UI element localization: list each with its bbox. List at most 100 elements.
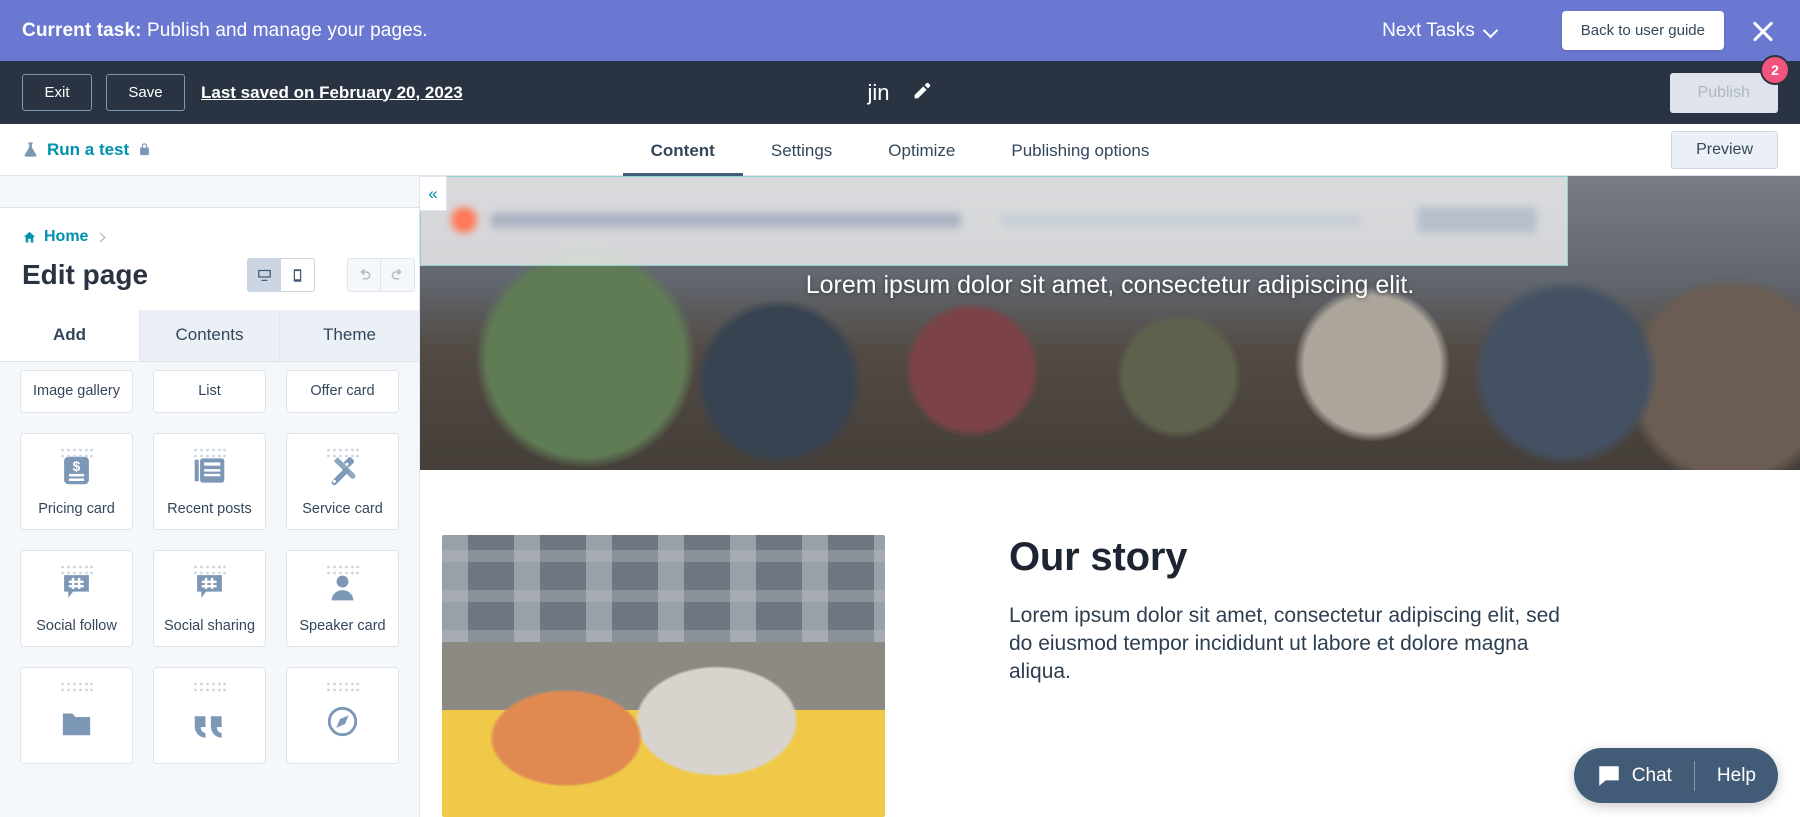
last-saved-text[interactable]: Last saved on February 20, 2023 [201, 83, 463, 103]
module-card[interactable]: Recent posts [153, 433, 266, 530]
drag-handle-icon[interactable] [326, 446, 359, 464]
task-banner-actions: Next Tasks Back to user guide [1374, 11, 1800, 50]
module-card[interactable] [153, 667, 266, 764]
tab-content[interactable]: Content [622, 125, 743, 176]
blurred-text-line [1001, 214, 1361, 226]
selected-module-highlight[interactable] [420, 176, 1568, 266]
story-text-block[interactable]: Our story Lorem ipsum dolor sit amet, co… [1009, 535, 1589, 817]
module-label: Offer card [310, 382, 375, 399]
chevron-down-icon [1485, 24, 1498, 37]
home-icon [23, 231, 36, 242]
editor-toolbar: Exit Save Last saved on February 20, 202… [0, 56, 1800, 124]
drag-handle-icon[interactable] [193, 680, 226, 698]
blurred-text-line [491, 212, 961, 228]
module-card[interactable]: Speaker card [286, 550, 399, 647]
panel-top-strip [0, 176, 419, 208]
hero-section[interactable]: Lorem ipsum dolor sit amet, consectetur … [420, 176, 1800, 470]
undo-icon [360, 269, 371, 280]
collapse-panel-button[interactable]: « [420, 176, 447, 211]
module-label: List [198, 382, 221, 399]
breadcrumb-home-link[interactable]: Home [44, 228, 88, 246]
next-tasks-dropdown[interactable]: Next Tasks [1374, 16, 1506, 46]
current-task-description: Publish and manage your pages. [146, 19, 428, 41]
module-label: Pricing card [38, 500, 115, 517]
module-card[interactable] [20, 667, 133, 764]
double-chevron-left-icon: « [428, 184, 438, 203]
onboarding-task-banner: Current task: Publish and manage your pa… [0, 0, 1800, 61]
module-card[interactable]: Social sharing [153, 550, 266, 647]
next-tasks-label: Next Tasks [1382, 19, 1475, 41]
left-editor-panel: Home Edit page Add Contents Theme Image … [0, 176, 420, 817]
module-card[interactable]: Offer card [286, 370, 399, 413]
desktop-view-button[interactable] [247, 258, 282, 292]
drag-handle-icon[interactable] [193, 563, 226, 581]
tabs-right-actions: Preview [1671, 130, 1778, 169]
page-name: jin [867, 79, 890, 105]
module-label: Service card [302, 500, 383, 517]
folder-icon [60, 708, 93, 743]
blurred-logo-icon [451, 207, 477, 233]
tab-optimize[interactable]: Optimize [860, 125, 983, 176]
tab-settings[interactable]: Settings [743, 125, 860, 176]
drag-handle-icon[interactable] [60, 680, 93, 698]
back-to-user-guide-button[interactable]: Back to user guide [1561, 11, 1724, 50]
breadcrumb: Home [0, 208, 419, 246]
story-heading[interactable]: Our story [1009, 535, 1589, 580]
panel-tab-theme[interactable]: Theme [280, 310, 419, 361]
redo-icon [391, 269, 402, 280]
support-widget: Chat Help [1573, 748, 1778, 803]
content-tabs: Content Settings Optimize Publishing opt… [0, 124, 1800, 176]
blurred-banner-content [451, 207, 1537, 233]
module-card[interactable]: Service card [286, 433, 399, 530]
edit-page-header: Edit page [0, 246, 419, 310]
module-card[interactable]: List [153, 370, 266, 413]
drag-handle-icon[interactable] [60, 446, 93, 464]
story-paragraph[interactable]: Lorem ipsum dolor sit amet, consectetur … [1009, 602, 1589, 686]
help-button[interactable]: Help [1695, 748, 1778, 803]
mobile-icon [293, 268, 302, 282]
drag-handle-icon[interactable] [193, 446, 226, 464]
module-label: Social follow [36, 617, 117, 634]
module-label: Social sharing [163, 617, 256, 634]
close-icon[interactable] [1748, 16, 1778, 46]
preview-button[interactable]: Preview [1671, 130, 1778, 169]
toolbar-right-actions: Publish 2 [1669, 56, 1788, 113]
story-image[interactable] [442, 535, 885, 817]
redo-button[interactable] [381, 258, 416, 292]
tab-publishing-options[interactable]: Publishing options [983, 125, 1177, 176]
module-card[interactable]: Social follow [20, 550, 133, 647]
drag-handle-icon[interactable] [326, 680, 359, 698]
help-label: Help [1716, 764, 1756, 786]
module-grid: Image gallery List Offer card $ Pricing … [0, 362, 419, 764]
module-label: Recent posts [167, 500, 252, 517]
quote-icon [192, 708, 227, 743]
undo-button[interactable] [347, 258, 382, 292]
publish-badge: 2 [1762, 56, 1788, 83]
mobile-view-button[interactable] [281, 258, 316, 292]
hero-heading[interactable]: Lorem ipsum dolor sit amet, consectetur … [420, 271, 1800, 300]
page-preview-canvas[interactable]: Lorem ipsum dolor sit amet, consectetur … [420, 176, 1800, 817]
panel-tab-contents[interactable]: Contents [140, 310, 280, 361]
module-label: Speaker card [299, 617, 386, 634]
save-button[interactable]: Save [106, 74, 185, 111]
module-label: Image gallery [32, 382, 121, 399]
current-task-text: Current task: Publish and manage your pa… [22, 20, 428, 42]
page-editor-app: Current task: Publish and manage your pa… [0, 0, 1800, 817]
publish-button[interactable]: Publish [1669, 72, 1778, 113]
drag-handle-icon[interactable] [60, 563, 93, 581]
chat-bubble-icon [1599, 765, 1619, 786]
module-card[interactable]: Image gallery [20, 370, 133, 413]
exit-button[interactable]: Exit [22, 74, 92, 111]
drag-handle-icon[interactable] [326, 563, 359, 581]
panel-tab-add[interactable]: Add [0, 310, 140, 361]
panel-tab-group: Add Contents Theme [0, 310, 419, 362]
chevron-right-icon [97, 234, 104, 241]
module-card[interactable] [286, 667, 399, 764]
module-card[interactable]: $ Pricing card [20, 433, 133, 530]
current-task-label: Current task: [22, 19, 142, 41]
viewport-toggle-group [247, 258, 316, 292]
history-button-group [347, 258, 416, 292]
page-title: Edit page [22, 259, 149, 290]
pencil-icon[interactable] [912, 80, 933, 106]
chat-button[interactable]: Chat [1574, 748, 1694, 803]
